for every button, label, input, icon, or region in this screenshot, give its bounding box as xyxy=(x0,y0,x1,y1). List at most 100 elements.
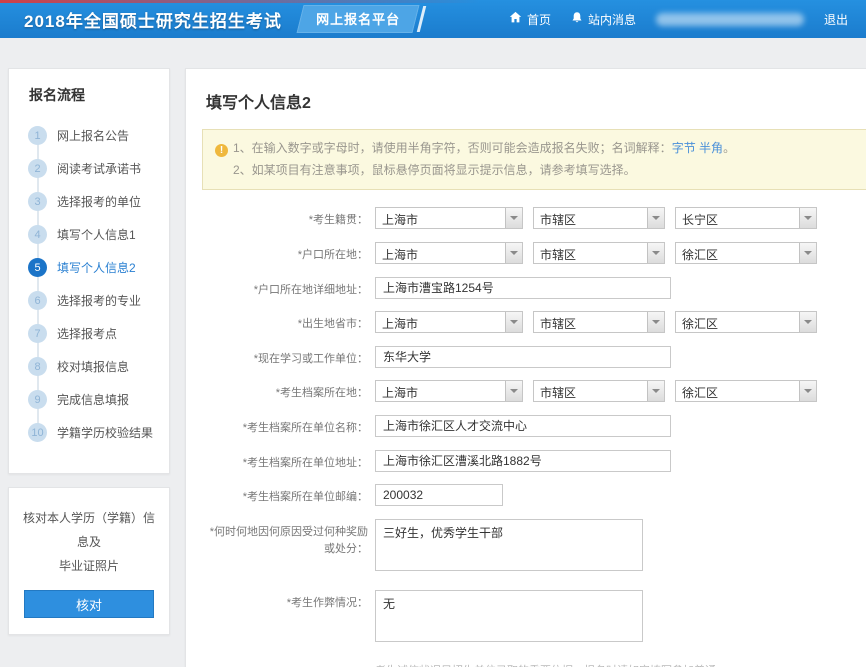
step-label: 校对填报信息 xyxy=(57,358,129,375)
form-row-hukou: *户口所在地： 上海市 市辖区 徐汇区 xyxy=(202,242,866,265)
hukou-city-select[interactable]: 市辖区 xyxy=(533,242,665,264)
step-label: 填写个人信息2 xyxy=(57,259,136,276)
main-panel: 填写个人信息2 ! 1、在输入数字或字母时，请使用半角字符，否则可能会造成报名失败… xyxy=(185,68,866,667)
archive-district-select[interactable]: 徐汇区 xyxy=(675,380,817,402)
form-row-origin: *考生籍贯： 上海市 市辖区 长宁区 xyxy=(202,207,866,230)
form-row-archive-unit-name: *考生档案所在单位名称： xyxy=(202,415,866,438)
origin-city-select[interactable]: 市辖区 xyxy=(533,207,665,229)
form-row-birthplace: *出生地省市： 上海市 市辖区 徐汇区 xyxy=(202,311,866,334)
form-row-work-unit: *现在学习或工作单位： xyxy=(202,346,866,369)
sidebar-step-9[interactable]: 9 完成信息填报 xyxy=(9,383,169,416)
sidebar-step-4[interactable]: 4 填写个人信息1 xyxy=(9,218,169,251)
birthplace-district-select[interactable]: 徐汇区 xyxy=(675,311,817,333)
step-number: 8 xyxy=(28,357,47,376)
help-text-line1: 考生诚信状况是招生单位录取的重要依据，报名时请如实填写参加普通 xyxy=(375,661,866,667)
birthplace-label: *出生地省市： xyxy=(202,311,368,334)
step-label: 选择报考的单位 xyxy=(57,193,141,210)
birthplace-province-select[interactable]: 上海市 xyxy=(375,311,523,333)
step-label: 选择报考点 xyxy=(57,325,117,342)
archive-province-select[interactable]: 上海市 xyxy=(375,380,523,402)
cheating-textarea[interactable]: 无 xyxy=(375,590,643,642)
page-title: 填写个人信息2 xyxy=(206,89,866,113)
verify-card-text: 核对本人学历（学籍）信息及 毕业证照片 xyxy=(19,506,159,578)
notice-item-1: ! 1、在输入数字或字母时，请使用半角字符，否则可能会造成报名失败；名词解释：字节… xyxy=(215,137,863,159)
step-number: 7 xyxy=(28,324,47,343)
platform-badge-label: 网上报名平台 xyxy=(316,9,400,28)
archive-unit-name-label: *考生档案所在单位名称： xyxy=(202,415,368,438)
work-unit-input[interactable] xyxy=(375,346,671,368)
chevron-down-icon xyxy=(647,381,664,401)
sidebar-step-1[interactable]: 1 网上报名公告 xyxy=(9,119,169,152)
form-row-archive-location: *考生档案所在地： 上海市 市辖区 徐汇区 xyxy=(202,380,866,403)
select-value: 上海市 xyxy=(376,208,505,228)
select-value: 上海市 xyxy=(376,312,505,332)
step-label: 完成信息填报 xyxy=(57,391,129,408)
select-value: 市辖区 xyxy=(534,208,647,228)
step-number: 6 xyxy=(28,291,47,310)
sidebar-step-7[interactable]: 7 选择报考点 xyxy=(9,317,169,350)
select-value: 徐汇区 xyxy=(676,381,799,401)
chevron-down-icon xyxy=(505,312,522,332)
verify-text-line1: 核对本人学历（学籍）信息及 xyxy=(19,506,159,554)
sidebar-step-5-active[interactable]: 5 填写个人信息2 xyxy=(9,251,169,284)
chevron-down-icon xyxy=(647,312,664,332)
select-value: 徐汇区 xyxy=(676,312,799,332)
sidebar-step-8[interactable]: 8 校对填报信息 xyxy=(9,350,169,383)
home-icon xyxy=(509,11,522,27)
notice-item-1-end: 。 xyxy=(723,141,735,155)
form-row-awards: *何时何地因何原因受过何种奖励 或处分： 三好生，优秀学生干部 xyxy=(202,519,866,571)
archive-unit-zip-input[interactable] xyxy=(375,484,503,506)
work-unit-label: *现在学习或工作单位： xyxy=(202,346,368,369)
chevron-down-icon xyxy=(799,208,816,228)
step-number: 9 xyxy=(28,390,47,409)
step-label: 填写个人信息1 xyxy=(57,226,136,243)
glossary-link-halfwidth[interactable]: 半角 xyxy=(699,141,723,155)
select-value: 市辖区 xyxy=(534,243,647,263)
select-value: 上海市 xyxy=(376,243,505,263)
origin-province-select[interactable]: 上海市 xyxy=(375,207,523,229)
chevron-down-icon xyxy=(505,208,522,228)
form-row-archive-unit-zip: *考生档案所在单位邮编： xyxy=(202,484,866,507)
integrity-help-text: 考生诚信状况是招生单位录取的重要依据，报名时请如实填写参加普通 士研究生招生考试… xyxy=(375,661,866,667)
archive-unit-name-input[interactable] xyxy=(375,415,671,437)
top-red-strip xyxy=(0,0,480,3)
verify-button[interactable]: 核对 xyxy=(24,590,154,618)
nav-home[interactable]: 首页 xyxy=(509,11,551,28)
hukou-district-select[interactable]: 徐汇区 xyxy=(675,242,817,264)
archive-unit-address-input[interactable] xyxy=(375,450,671,472)
step-number: 3 xyxy=(28,192,47,211)
select-value: 市辖区 xyxy=(534,381,647,401)
hukou-province-select[interactable]: 上海市 xyxy=(375,242,523,264)
verify-education-card: 核对本人学历（学籍）信息及 毕业证照片 核对 xyxy=(8,487,170,635)
warning-icon: ! xyxy=(215,144,228,157)
flow-title: 报名流程 xyxy=(29,85,169,105)
notice-item-1-text: 1、在输入数字或字母时，请使用半角字符，否则可能会造成报名失败；名词解释： xyxy=(233,141,672,155)
logout-button[interactable]: 退出 xyxy=(824,11,848,28)
personal-info-form: *考生籍贯： 上海市 市辖区 长宁区 xyxy=(202,207,866,641)
glossary-link-byte[interactable]: 字节 xyxy=(672,141,696,155)
sidebar-step-6[interactable]: 6 选择报考的专业 xyxy=(9,284,169,317)
step-label: 阅读考试承诺书 xyxy=(57,160,141,177)
awards-label: *何时何地因何原因受过何种奖励 或处分： xyxy=(202,519,368,559)
username-redacted xyxy=(656,13,804,26)
sidebar-step-3[interactable]: 3 选择报考的单位 xyxy=(9,185,169,218)
step-label: 网上报名公告 xyxy=(57,127,129,144)
origin-district-select[interactable]: 长宁区 xyxy=(675,207,817,229)
nav-messages[interactable]: 站内消息 xyxy=(571,11,636,28)
sidebar-step-2[interactable]: 2 阅读考试承诺书 xyxy=(9,152,169,185)
birthplace-city-select[interactable]: 市辖区 xyxy=(533,311,665,333)
chevron-down-icon xyxy=(505,243,522,263)
bell-icon xyxy=(571,11,583,27)
step-number: 10 xyxy=(28,423,47,442)
select-value: 长宁区 xyxy=(676,208,799,228)
step-number: 1 xyxy=(28,126,47,145)
sidebar-step-10[interactable]: 10 学籍学历校验结果 xyxy=(9,416,169,449)
nav-home-label: 首页 xyxy=(527,11,551,28)
hukou-address-input[interactable] xyxy=(375,277,671,299)
form-row-archive-unit-address: *考生档案所在单位地址： xyxy=(202,450,866,473)
awards-textarea[interactable]: 三好生，优秀学生干部 xyxy=(375,519,643,571)
app-title: 2018年全国硕士研究生招生考试 xyxy=(24,7,282,32)
chevron-down-icon xyxy=(799,381,816,401)
chevron-down-icon xyxy=(647,243,664,263)
archive-city-select[interactable]: 市辖区 xyxy=(533,380,665,402)
